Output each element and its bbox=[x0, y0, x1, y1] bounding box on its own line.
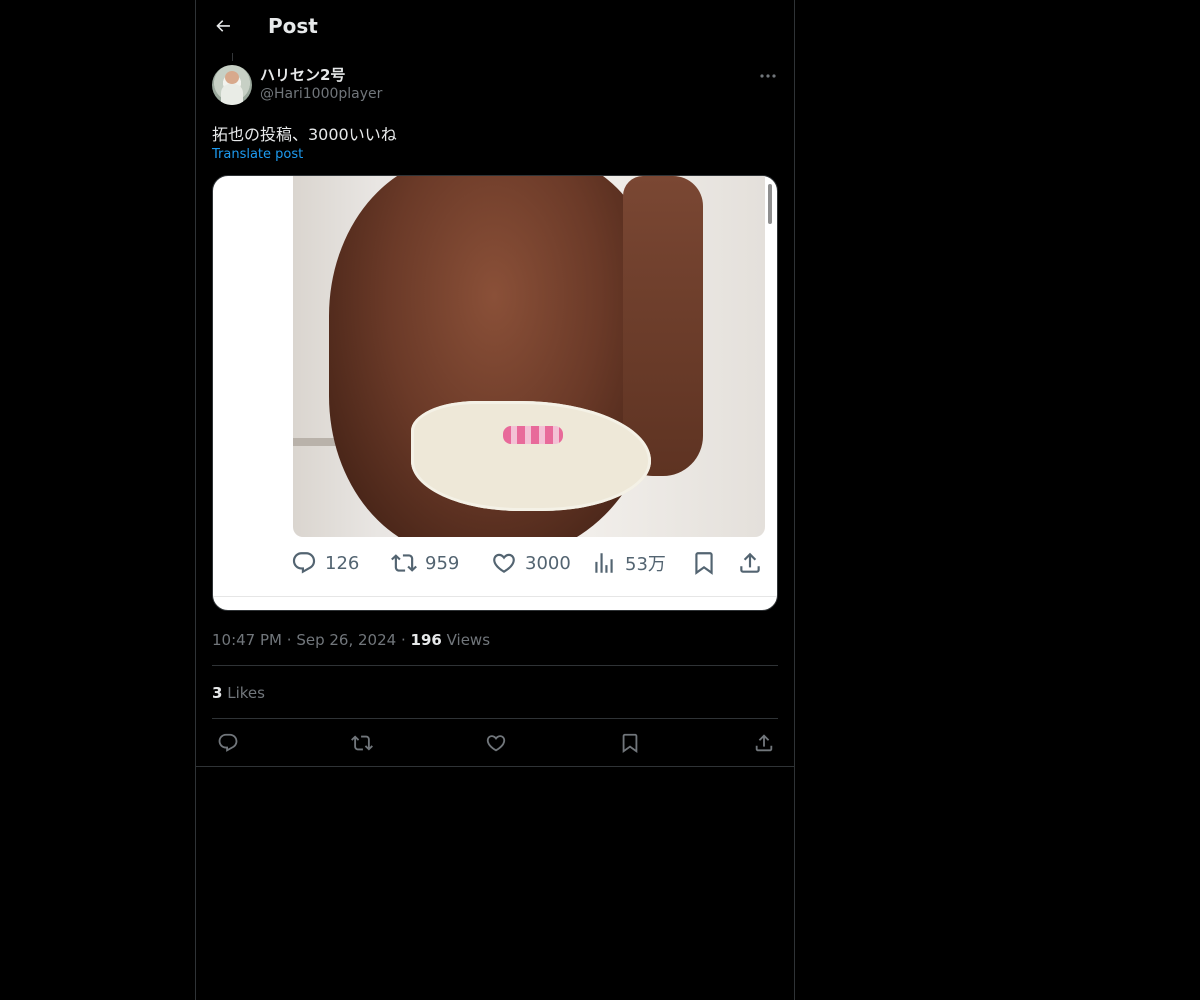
share-icon bbox=[755, 734, 773, 752]
divider bbox=[212, 665, 778, 666]
embedded-stats-bar: 126 959 3000 53万 bbox=[213, 548, 777, 578]
embedded-reply-stat: 126 bbox=[291, 548, 359, 578]
repost-icon bbox=[351, 735, 373, 751]
share-icon bbox=[740, 552, 760, 573]
media-divider bbox=[213, 596, 777, 597]
post-time[interactable]: 10:47 PM bbox=[212, 631, 282, 649]
more-button[interactable] bbox=[758, 66, 778, 86]
likes-label: Likes bbox=[227, 684, 265, 702]
like-button[interactable] bbox=[483, 730, 509, 756]
meta-separator: · bbox=[400, 631, 406, 649]
post-text: 拓也の投稿、3000いいね bbox=[212, 125, 397, 144]
post-bottom-border bbox=[196, 766, 794, 767]
page-title: Post bbox=[268, 14, 318, 38]
photo-subject-arm bbox=[623, 176, 703, 476]
reply-button[interactable] bbox=[215, 730, 241, 756]
likes-count: 3 bbox=[212, 684, 223, 702]
like-icon bbox=[486, 735, 506, 752]
embedded-share-stat bbox=[737, 548, 763, 578]
post-column: Post ハリセン2号 @Hari1000player 拓也の投稿、3000いい… bbox=[195, 0, 795, 1000]
repost-icon bbox=[391, 554, 417, 572]
reply-icon bbox=[292, 552, 316, 574]
embedded-bookmark-stat bbox=[691, 548, 717, 578]
embedded-views-stat: 53万 bbox=[591, 548, 666, 578]
embedded-like-stat: 3000 bbox=[491, 548, 571, 578]
repost-button[interactable] bbox=[349, 730, 375, 756]
like-icon bbox=[493, 553, 515, 573]
divider bbox=[212, 718, 778, 719]
avatar[interactable] bbox=[212, 65, 252, 105]
bookmark-icon bbox=[622, 733, 638, 754]
author-display-name[interactable]: ハリセン2号 bbox=[260, 64, 345, 85]
thread-line bbox=[232, 53, 233, 61]
bookmark-button[interactable] bbox=[617, 730, 643, 756]
views-label: Views bbox=[446, 631, 491, 649]
arrow-left-icon bbox=[216, 20, 230, 32]
action-bar bbox=[196, 730, 794, 756]
translate-post-link[interactable]: Translate post bbox=[212, 147, 303, 162]
author-handle[interactable]: @Hari1000player bbox=[260, 86, 382, 102]
embedded-repost-stat: 959 bbox=[391, 548, 459, 578]
views-count: 196 bbox=[410, 631, 442, 649]
analytics-icon bbox=[595, 553, 613, 573]
meta-separator: · bbox=[286, 631, 292, 649]
likes-link[interactable]: 3 Likes bbox=[212, 684, 265, 702]
header: Post bbox=[196, 0, 794, 53]
embedded-photo bbox=[293, 176, 765, 537]
share-button[interactable] bbox=[751, 730, 777, 756]
more-horizontal-icon bbox=[760, 74, 776, 78]
back-button[interactable] bbox=[212, 15, 234, 37]
post-date[interactable]: Sep 26, 2024 bbox=[296, 631, 396, 649]
embedded-like-count: 3000 bbox=[525, 552, 571, 574]
post-meta: 10:47 PM · Sep 26, 2024 · 196 Views bbox=[212, 631, 490, 649]
embedded-views-count: 53万 bbox=[625, 554, 666, 575]
embedded-repost-count: 959 bbox=[425, 552, 460, 574]
reply-icon bbox=[218, 733, 238, 752]
embedded-reply-count: 126 bbox=[325, 552, 360, 574]
scrollbar-thumb bbox=[768, 184, 772, 224]
photo-garment-pattern bbox=[503, 426, 563, 444]
bookmark-icon bbox=[695, 552, 713, 575]
post-media[interactable]: 126 959 3000 53万 bbox=[212, 175, 778, 611]
